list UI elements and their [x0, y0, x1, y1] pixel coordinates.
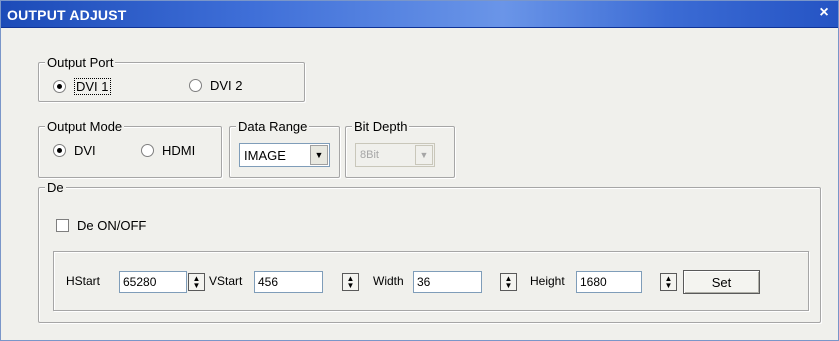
- data-range-value: IMAGE: [244, 147, 286, 163]
- hstart-input[interactable]: 65280: [119, 271, 187, 293]
- output-mode-group: Output Mode DVI HDMI: [38, 119, 222, 178]
- output-adjust-window: OUTPUT ADJUST × Output Port DVI 1 DVI 2 …: [0, 0, 839, 341]
- de-onoff-label: De ON/OFF: [77, 218, 147, 233]
- data-range-legend: Data Range: [236, 119, 310, 134]
- output-port-legend: Output Port: [45, 55, 116, 70]
- vstart-label: VStart: [209, 274, 243, 288]
- close-icon[interactable]: ×: [816, 4, 832, 22]
- output-port-group: Output Port DVI 1 DVI 2: [38, 55, 305, 102]
- bit-depth-group: Bit Depth 8Bit ▼: [345, 119, 455, 178]
- radio-mode-dvi[interactable]: DVI: [53, 143, 96, 158]
- de-group: De De ON/OFF HStart 65280 ▲ ▼ VStart 456…: [38, 180, 821, 323]
- bit-depth-select[interactable]: 8Bit ▼: [355, 143, 435, 167]
- height-label: Height: [530, 274, 565, 288]
- spin-down-icon[interactable]: ▼: [193, 282, 201, 290]
- vstart-input[interactable]: 456: [254, 271, 323, 293]
- height-input[interactable]: 1680: [576, 271, 642, 293]
- de-params-box: HStart 65280 ▲ ▼ VStart 456 ▲ ▼ Width 36…: [53, 251, 809, 311]
- window-title: OUTPUT ADJUST: [7, 7, 127, 23]
- height-spin-up-down-icon[interactable]: ▲ ▼: [660, 273, 677, 291]
- hstart-spin-up-down-icon[interactable]: ▲ ▼: [188, 273, 205, 291]
- radio-dvi1-indicator: [53, 80, 66, 93]
- bit-depth-legend: Bit Depth: [352, 119, 410, 134]
- chevron-down-icon[interactable]: ▼: [415, 145, 433, 165]
- width-label: Width: [373, 274, 404, 288]
- hstart-label: HStart: [66, 274, 101, 288]
- output-mode-legend: Output Mode: [45, 119, 125, 134]
- width-spin-up-down-icon[interactable]: ▲ ▼: [500, 273, 517, 291]
- title-bar: OUTPUT ADJUST ×: [1, 1, 838, 28]
- radio-dvi2-indicator: [189, 79, 202, 92]
- radio-mode-hdmi[interactable]: HDMI: [141, 143, 195, 158]
- radio-dvi2-label: DVI 2: [210, 78, 243, 93]
- vstart-spin-up-down-icon[interactable]: ▲ ▼: [342, 273, 359, 291]
- spin-down-icon[interactable]: ▼: [505, 282, 513, 290]
- radio-dvi2[interactable]: DVI 2: [189, 78, 243, 93]
- de-legend: De: [45, 180, 66, 195]
- data-range-select[interactable]: IMAGE ▼: [239, 143, 330, 167]
- radio-mode-hdmi-indicator: [141, 144, 154, 157]
- radio-mode-hdmi-label: HDMI: [162, 143, 196, 158]
- de-onoff-checkbox-box: [56, 219, 69, 232]
- de-onoff-checkbox[interactable]: De ON/OFF: [56, 218, 146, 233]
- width-input[interactable]: 36: [413, 271, 482, 293]
- bit-depth-value: 8Bit: [360, 149, 379, 161]
- radio-dvi1[interactable]: DVI 1: [53, 78, 111, 95]
- data-range-group: Data Range IMAGE ▼: [229, 119, 340, 178]
- radio-mode-dvi-label: DVI: [74, 143, 96, 158]
- chevron-down-icon[interactable]: ▼: [310, 145, 328, 165]
- spin-down-icon[interactable]: ▼: [347, 282, 355, 290]
- set-button[interactable]: Set: [683, 270, 760, 294]
- radio-dvi1-label: DVI 1: [74, 78, 111, 95]
- radio-mode-dvi-indicator: [53, 144, 66, 157]
- spin-down-icon[interactable]: ▼: [665, 282, 673, 290]
